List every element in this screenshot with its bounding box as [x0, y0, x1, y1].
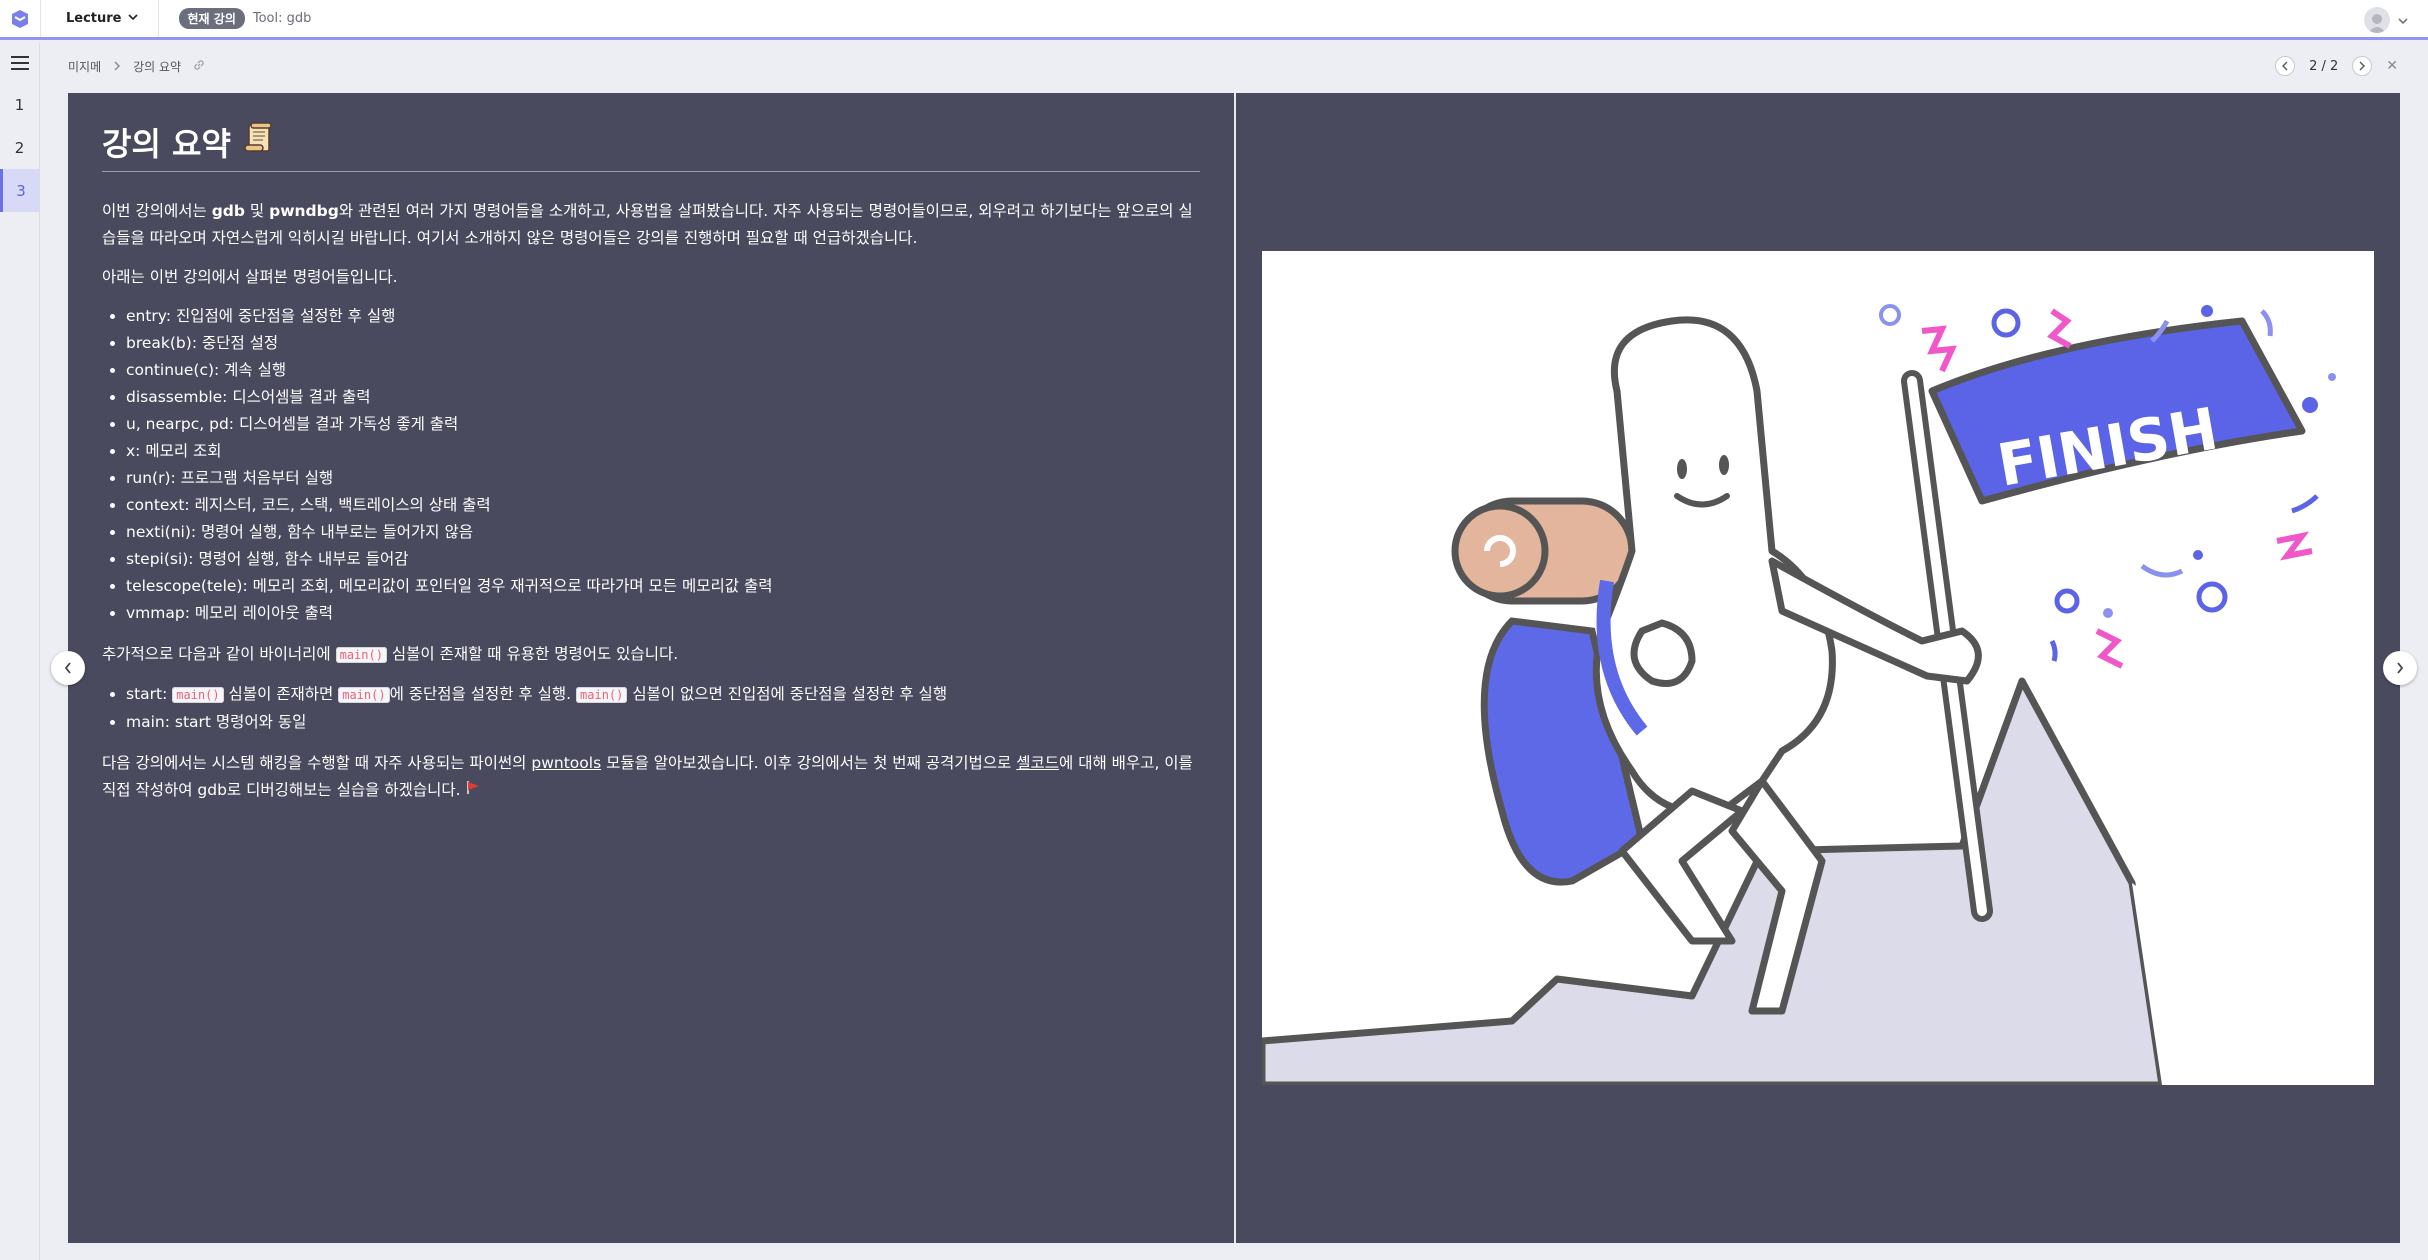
- list-item: u, nearpc, pd: 디스어셈블 결과 가독성 좋게 출력: [126, 411, 1200, 438]
- prev-page-button[interactable]: [2275, 56, 2296, 76]
- pwntools-link[interactable]: pwntools: [531, 754, 601, 772]
- list-item: x: 메모리 조회: [126, 438, 1200, 465]
- scroll-icon: [241, 121, 275, 163]
- logo-icon[interactable]: [0, 0, 40, 39]
- extra-paragraph: 추가적으로 다음과 같이 바이너리에 main() 심볼이 존재할 때 유용한 …: [102, 641, 1200, 669]
- extra-command-list: start: main() 심볼이 존재하면 main()에 중단점을 설정한 …: [126, 681, 1200, 736]
- command-list: entry: 진입점에 중단점을 설정한 후 실행 break(b): 중단점 …: [126, 303, 1200, 627]
- rail-item-1[interactable]: 1: [0, 83, 39, 126]
- inline-code-main: main(): [338, 687, 390, 703]
- list-item: telescope(tele): 메모리 조회, 메모리값이 포인터일 경우 재…: [126, 573, 1200, 600]
- inline-code-main: main(): [172, 687, 224, 703]
- shellcode-link[interactable]: 셸코드: [1016, 754, 1059, 772]
- slide-text-pane: 강의 요약 이번 강의에서는 gdb 및 pwndbg와 관련된 여러 가지 명…: [68, 93, 1234, 1243]
- intro-text-2: 및: [244, 202, 270, 220]
- list-item: start: main() 심볼이 존재하면 main()에 중단점을 설정한 …: [126, 681, 1200, 709]
- link-icon[interactable]: [193, 59, 205, 74]
- rail-item-2[interactable]: 2: [0, 126, 39, 169]
- chevron-down-icon: [127, 11, 138, 26]
- inline-code-main: main(): [335, 647, 387, 663]
- slide-title: 강의 요약: [102, 119, 1200, 172]
- outro-text-2: 모듈을 알아보겠습니다. 이후 강의에서는 첫 번째 공격기법으로: [601, 754, 1017, 772]
- start-text-3: 심볼이 없으면 진입점에 중단점을 설정한 후 실행: [627, 685, 948, 703]
- intro-bold-pwndbg: pwndbg: [269, 202, 339, 220]
- next-slide-button[interactable]: [2383, 651, 2417, 685]
- list-item: disassemble: 디스어셈블 결과 출력: [126, 384, 1200, 411]
- close-icon[interactable]: ✕: [2386, 58, 2398, 74]
- breadcrumb: 미지메 강의 요약: [68, 58, 205, 75]
- menu-icon[interactable]: [0, 43, 39, 83]
- prev-slide-button[interactable]: [51, 651, 85, 685]
- slide-title-text: 강의 요약: [102, 125, 231, 163]
- lesson-rail: 1 2 3: [0, 43, 40, 1260]
- slide-image-pane: FINISH: [1236, 93, 2400, 1243]
- start-label: start:: [126, 685, 173, 703]
- list-item: stepi(si): 명령어 실행, 함수 내부로 들어감: [126, 546, 1200, 573]
- finish-illustration: FINISH: [1262, 251, 2374, 1085]
- start-text-1: 심볼이 존재하면: [223, 685, 339, 703]
- breadcrumb-parent[interactable]: 미지메: [68, 58, 101, 75]
- chevron-right-icon: [113, 60, 121, 74]
- intro-bold-gdb: gdb: [211, 202, 245, 220]
- inline-code-main: main(): [576, 687, 628, 703]
- intro-text-1: 이번 강의에서는: [102, 202, 212, 220]
- outro-text-1: 다음 강의에서는 시스템 해킹을 수행할 때 자주 사용되는 파이썬의: [102, 754, 532, 772]
- current-lecture-badge: 현재 강의: [178, 8, 245, 29]
- lecture-dropdown-label: Lecture: [66, 11, 122, 26]
- list-item: main: start 명령어와 동일: [126, 709, 1200, 736]
- list-item: context: 레지스터, 코드, 스택, 백트레이스의 상태 출력: [126, 492, 1200, 519]
- lecture-dropdown[interactable]: Lecture: [40, 0, 159, 37]
- list-item: vmmap: 메모리 레이아웃 출력: [126, 600, 1200, 627]
- extra-text-after: 심볼이 존재할 때 유용한 명령어도 있습니다.: [386, 645, 679, 663]
- red-flag-icon: [465, 777, 481, 804]
- list-item: run(r): 프로그램 처음부터 실행: [126, 465, 1200, 492]
- list-item: continue(c): 계속 실행: [126, 357, 1200, 384]
- chevron-down-icon[interactable]: [2398, 11, 2408, 30]
- tool-label: Tool: gdb: [252, 11, 312, 26]
- user-menu[interactable]: [2364, 7, 2408, 33]
- page-indicator: 2 / 2: [2309, 58, 2339, 74]
- start-text-2: 에 중단점을 설정한 후 실행.: [389, 685, 577, 703]
- list-item: entry: 진입점에 중단점을 설정한 후 실행: [126, 303, 1200, 330]
- intro-paragraph: 이번 강의에서는 gdb 및 pwndbg와 관련된 여러 가지 명령어들을 소…: [102, 198, 1200, 252]
- breadcrumb-current: 강의 요약: [133, 60, 182, 74]
- extra-text-before: 추가적으로 다음과 같이 바이너리에: [102, 645, 336, 663]
- list-item: break(b): 중단점 설정: [126, 330, 1200, 357]
- list-intro: 아래는 이번 강의에서 살펴본 명령어들입니다.: [102, 268, 398, 286]
- outro-paragraph: 다음 강의에서는 시스템 해킹을 수행할 때 자주 사용되는 파이썬의 pwnt…: [102, 750, 1200, 804]
- next-page-button[interactable]: [2352, 56, 2373, 76]
- rail-item-3[interactable]: 3: [0, 169, 39, 212]
- list-item: nexti(ni): 명령어 실행, 함수 내부로는 들어가지 않음: [126, 519, 1200, 546]
- top-bar: Lecture 현재 강의 Tool: gdb: [0, 0, 2428, 40]
- avatar[interactable]: [2364, 7, 2390, 33]
- slide-panel: 강의 요약 이번 강의에서는 gdb 및 pwndbg와 관련된 여러 가지 명…: [68, 93, 2400, 1243]
- slide-pager: 2 / 2 ✕: [2275, 56, 2398, 76]
